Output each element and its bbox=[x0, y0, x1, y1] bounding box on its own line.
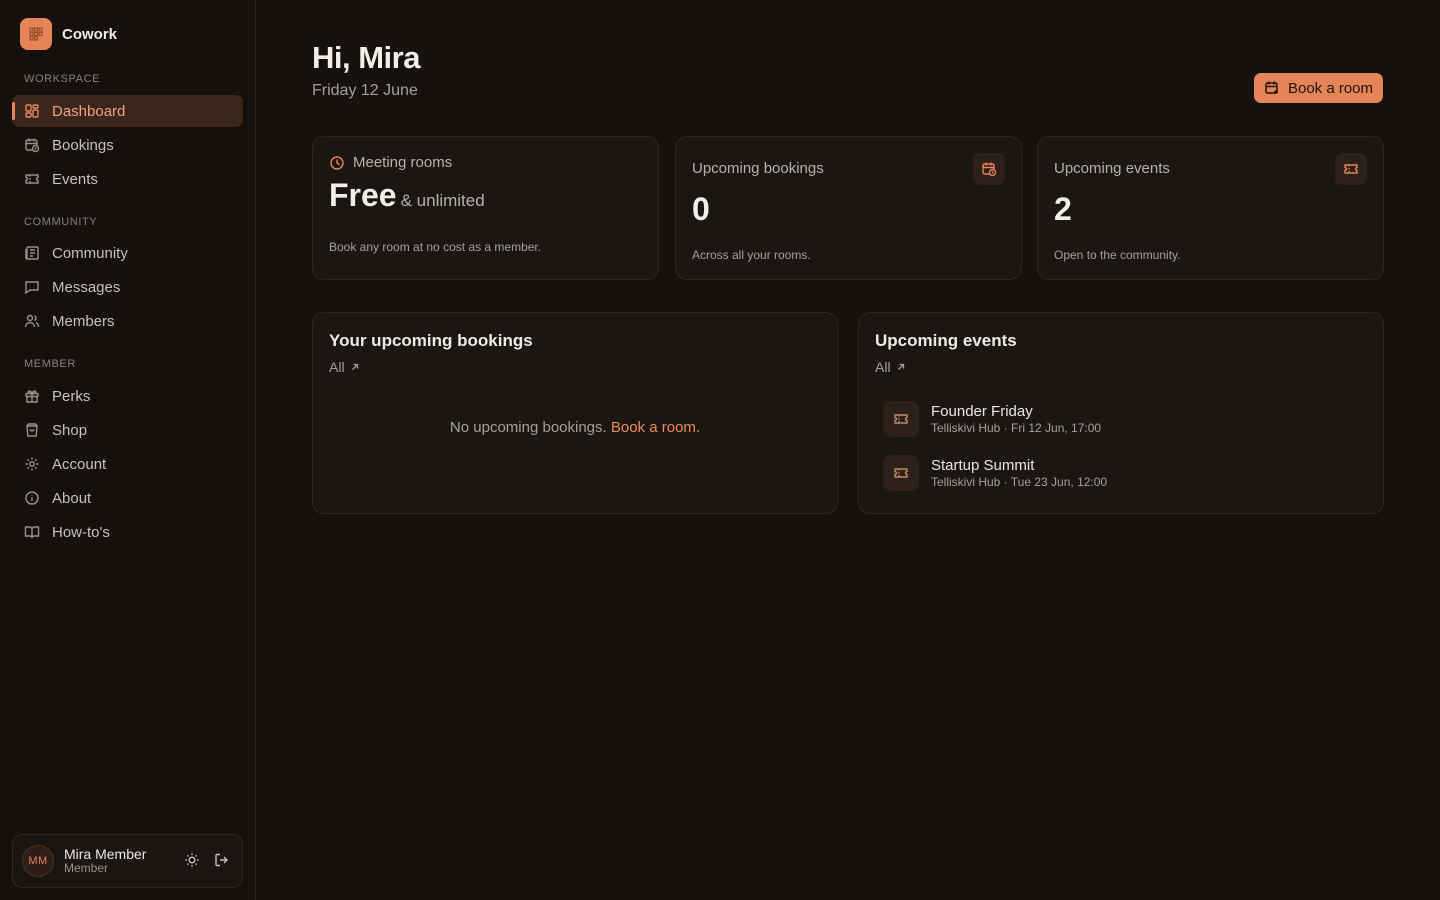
event-name: Founder Friday bbox=[931, 402, 1033, 420]
stat-description: Across all your rooms. bbox=[692, 248, 811, 262]
stat-label: Upcoming bookings bbox=[692, 160, 824, 177]
stat-description: Open to the community. bbox=[1054, 248, 1181, 262]
event-item-founder-friday[interactable]: Founder Friday Telliskivi Hub · Fri 12 J… bbox=[883, 399, 1101, 439]
sidebar-item-account[interactable]: Account bbox=[12, 448, 243, 480]
gear-icon bbox=[24, 456, 40, 472]
sidebar-item-label: About bbox=[52, 489, 92, 507]
panel-title: Upcoming events bbox=[875, 331, 1017, 350]
user-role: Member bbox=[64, 861, 109, 876]
section-label-workspace: WORKSPACE bbox=[24, 73, 101, 85]
logout-icon[interactable] bbox=[214, 852, 230, 868]
sidebar-item-label: Account bbox=[52, 455, 107, 473]
view-all-label: All bbox=[875, 359, 891, 375]
stat-card-upcoming-bookings: Upcoming bookings 0 Across all your room… bbox=[675, 136, 1022, 280]
stat-icon-box bbox=[1335, 153, 1367, 185]
events-panel: Upcoming events All Founder Friday Telli… bbox=[858, 312, 1384, 514]
sidebar-item-dashboard[interactable]: Dashboard bbox=[12, 95, 243, 127]
stat-value: Free bbox=[329, 177, 397, 213]
bookings-panel: Your upcoming bookings All No upcoming b… bbox=[312, 312, 838, 514]
stat-description: Book any room at no cost as a member. bbox=[329, 240, 542, 254]
event-icon-box bbox=[883, 401, 919, 437]
sidebar-item-label: Events bbox=[52, 170, 98, 188]
avatar[interactable]: MM bbox=[22, 845, 54, 877]
sidebar-item-messages[interactable]: Messages bbox=[12, 271, 243, 303]
event-meta: Telliskivi Hub · Fri 12 Jun, 17:00 bbox=[931, 420, 1102, 435]
sidebar-item-label: Dashboard bbox=[52, 102, 126, 120]
shopping-bag-icon bbox=[24, 422, 40, 438]
sidebar-item-community[interactable]: Community bbox=[12, 237, 243, 269]
sidebar-item-label: Bookings bbox=[52, 136, 114, 154]
arrow-up-right-icon bbox=[349, 361, 361, 373]
sun-icon[interactable] bbox=[184, 852, 200, 868]
sidebar-item-perks[interactable]: Perks bbox=[12, 380, 243, 412]
info-icon bbox=[24, 490, 40, 506]
dashboard-icon bbox=[24, 103, 40, 119]
book-room-button[interactable]: Book a room bbox=[1254, 73, 1383, 103]
section-label-member: MEMBER bbox=[24, 358, 76, 370]
event-item-startup-summit[interactable]: Startup Summit Telliskivi Hub · Tue 23 J… bbox=[883, 453, 1107, 493]
sidebar-item-label: Shop bbox=[52, 421, 88, 439]
sidebar-item-bookings[interactable]: Bookings bbox=[12, 129, 243, 161]
newspaper-icon bbox=[24, 245, 40, 261]
stat-label: Upcoming events bbox=[1054, 160, 1170, 177]
users-icon bbox=[24, 313, 40, 329]
clock-icon bbox=[329, 155, 345, 171]
message-icon bbox=[24, 279, 40, 295]
calendar-clock-icon bbox=[981, 161, 997, 177]
ticket-icon bbox=[893, 465, 909, 481]
sidebar-item-label: Perks bbox=[52, 387, 91, 405]
brand-name: Cowork bbox=[62, 25, 118, 43]
calendar-clock-icon bbox=[24, 137, 40, 153]
book-open-icon bbox=[24, 524, 40, 540]
empty-text: No upcoming bookings. bbox=[449, 419, 607, 436]
view-all-events-link[interactable]: All bbox=[875, 359, 907, 375]
sidebar-item-shop[interactable]: Shop bbox=[12, 414, 243, 446]
sidebar-item-members[interactable]: Members bbox=[12, 305, 243, 337]
ticket-icon bbox=[893, 411, 909, 427]
sidebar-item-label: Members bbox=[52, 312, 115, 330]
brand-logo-icon bbox=[20, 18, 52, 50]
event-meta: Telliskivi Hub · Tue 23 Jun, 12:00 bbox=[931, 474, 1108, 489]
arrow-up-right-icon bbox=[895, 361, 907, 373]
stat-card-meeting-rooms: Meeting rooms Free & unlimited Book any … bbox=[312, 136, 659, 280]
calendar-plus-icon bbox=[1264, 80, 1280, 96]
event-icon-box bbox=[883, 455, 919, 491]
sidebar-item-about[interactable]: About bbox=[12, 482, 243, 514]
event-name: Startup Summit bbox=[931, 456, 1035, 474]
gift-icon bbox=[24, 388, 40, 404]
ticket-icon bbox=[24, 171, 40, 187]
brand[interactable]: Cowork bbox=[20, 18, 117, 50]
stat-label: Meeting rooms bbox=[353, 154, 453, 171]
stat-value-suffix: & unlimited bbox=[400, 191, 485, 210]
book-room-button-label: Book a room bbox=[1287, 79, 1374, 97]
empty-bookings-message: No upcoming bookings. Book a room. bbox=[313, 419, 837, 436]
user-name: Mira Member bbox=[64, 846, 147, 863]
stat-value: 0 bbox=[692, 191, 710, 227]
current-date: Friday 12 June bbox=[312, 82, 418, 99]
view-all-bookings-link[interactable]: All bbox=[329, 359, 361, 375]
view-all-label: All bbox=[329, 359, 345, 375]
stat-value: 2 bbox=[1054, 191, 1072, 227]
panel-title: Your upcoming bookings bbox=[329, 331, 533, 350]
sidebar-item-label: Community bbox=[52, 244, 128, 262]
sidebar-item-label: How-to's bbox=[52, 523, 110, 541]
sidebar-item-howtos[interactable]: How-to's bbox=[12, 516, 243, 548]
sidebar-item-label: Messages bbox=[52, 278, 121, 296]
user-card: MM Mira Member Member bbox=[12, 834, 243, 888]
book-room-link[interactable]: Book a room. bbox=[611, 419, 700, 436]
page-title: Hi, Mira bbox=[312, 40, 420, 75]
sidebar: Cowork WORKSPACE Dashboard Bookings Even… bbox=[0, 0, 256, 900]
stat-card-upcoming-events: Upcoming events 2 Open to the community. bbox=[1037, 136, 1384, 280]
stat-icon-box bbox=[973, 153, 1005, 185]
section-label-community: COMMUNITY bbox=[24, 216, 98, 228]
sidebar-item-events[interactable]: Events bbox=[12, 163, 243, 195]
ticket-icon bbox=[1343, 161, 1359, 177]
